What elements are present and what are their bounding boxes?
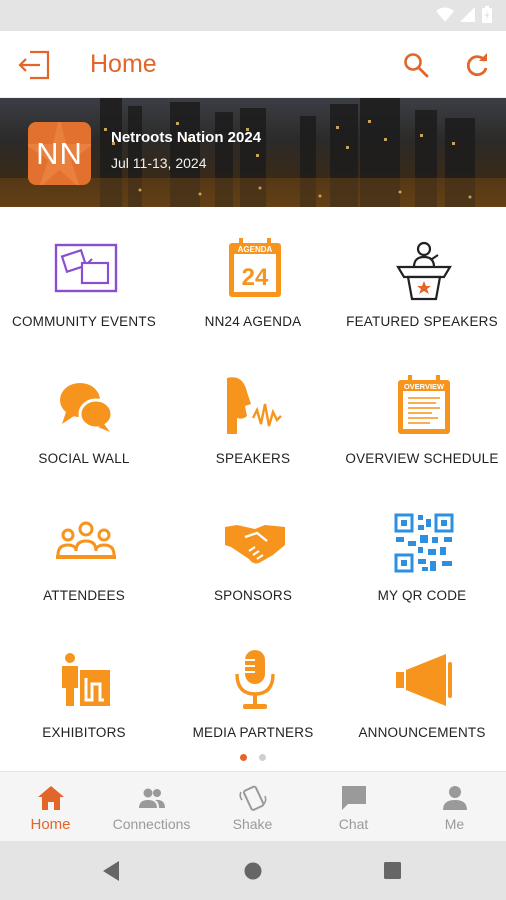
tile-media-partners[interactable]: MEDIA PARTNERS <box>169 618 337 755</box>
tile-label: FEATURED SPEAKERS <box>346 314 498 329</box>
podium-icon <box>396 241 452 301</box>
system-nav-bar <box>0 841 506 900</box>
home-icon <box>38 786 64 810</box>
event-banner[interactable]: NN Netroots Nation 2024 Jul 11-13, 2024 <box>0 98 506 207</box>
tile-attendees[interactable]: ATTENDEES <box>0 481 168 618</box>
people-icon <box>139 788 165 808</box>
qr-code-icon <box>394 513 454 573</box>
nav-me[interactable]: Me <box>404 772 505 842</box>
event-name: Netroots Nation 2024 <box>111 129 262 146</box>
event-logo: NN <box>28 122 91 185</box>
tile-label: COMMUNITY EVENTS <box>12 314 156 329</box>
tile-label: ATTENDEES <box>43 588 125 603</box>
page-dot[interactable] <box>259 754 266 761</box>
speaking-head-icon <box>227 377 282 434</box>
person-icon <box>443 786 467 810</box>
handshake-icon <box>225 525 285 564</box>
tile-label: MY QR CODE <box>377 588 467 603</box>
home-circle-icon[interactable] <box>244 862 262 880</box>
back-icon[interactable] <box>103 861 121 881</box>
search-icon[interactable] <box>402 51 430 79</box>
group-icon <box>56 521 116 559</box>
nav-connections[interactable]: Connections <box>101 772 202 842</box>
community-events-icon <box>54 243 118 293</box>
exit-icon[interactable] <box>18 49 52 81</box>
refresh-icon[interactable] <box>463 51 491 79</box>
schedule-icon: OVERVIEW <box>398 375 450 434</box>
tile-label: NN24 AGENDA <box>204 314 302 329</box>
wifi-icon <box>436 7 454 22</box>
event-date: Jul 11-13, 2024 <box>111 155 207 171</box>
bottom-nav: Home Connections Shake Chat Me <box>0 771 506 841</box>
tile-community-events[interactable]: COMMUNITY EVENTS <box>0 207 168 344</box>
tile-sponsors[interactable]: SPONSORS <box>169 481 337 618</box>
schedule-header-text: OVERVIEW <box>404 382 445 391</box>
tile-exhibitors[interactable]: EXHIBITORS <box>0 618 168 755</box>
microphone-icon <box>235 650 275 709</box>
page-indicator <box>0 752 506 762</box>
feature-grid: COMMUNITY EVENTS AGENDA 24 NN24 AGENDA F… <box>0 207 506 767</box>
status-bar <box>0 0 506 31</box>
tile-my-qr-code[interactable]: MY QR CODE <box>338 481 506 618</box>
nav-home[interactable]: Home <box>0 772 101 842</box>
calendar-header-text: AGENDA <box>238 245 273 254</box>
tile-label: ANNOUNCEMENTS <box>358 725 486 740</box>
calendar-icon: AGENDA 24 <box>229 238 281 297</box>
tile-speakers[interactable]: SPEAKERS <box>169 344 337 481</box>
tile-nn24-agenda[interactable]: AGENDA 24 NN24 AGENDA <box>169 207 337 344</box>
tile-social-wall[interactable]: SOCIAL WALL <box>0 344 168 481</box>
tile-label: SOCIAL WALL <box>38 451 130 466</box>
exhibitor-booth-icon <box>62 653 110 706</box>
app-bar: Home <box>0 31 506 98</box>
chat-bubbles-icon <box>60 383 114 432</box>
recents-icon[interactable] <box>384 862 401 879</box>
chat-icon <box>342 786 366 810</box>
nav-shake[interactable]: Shake <box>202 772 303 842</box>
shake-phone-icon <box>239 785 267 811</box>
tile-featured-speakers[interactable]: FEATURED SPEAKERS <box>338 207 506 344</box>
tile-label: OVERVIEW SCHEDULE <box>345 451 499 466</box>
tile-overview-schedule[interactable]: OVERVIEW OVERVIEW SCHEDULE <box>338 344 506 481</box>
calendar-day-text: 24 <box>242 264 269 291</box>
tile-label: SPONSORS <box>213 588 293 603</box>
nav-chat[interactable]: Chat <box>303 772 404 842</box>
battery-icon <box>482 6 492 23</box>
page-dot-active[interactable] <box>240 754 247 761</box>
tile-label: SPEAKERS <box>215 451 291 466</box>
tile-label: MEDIA PARTNERS <box>192 725 314 740</box>
tile-announcements[interactable]: ANNOUNCEMENTS <box>338 618 506 755</box>
megaphone-icon <box>396 654 452 706</box>
page-title: Home <box>90 50 157 78</box>
tile-label: EXHIBITORS <box>42 725 126 740</box>
cell-signal-icon <box>460 6 475 22</box>
